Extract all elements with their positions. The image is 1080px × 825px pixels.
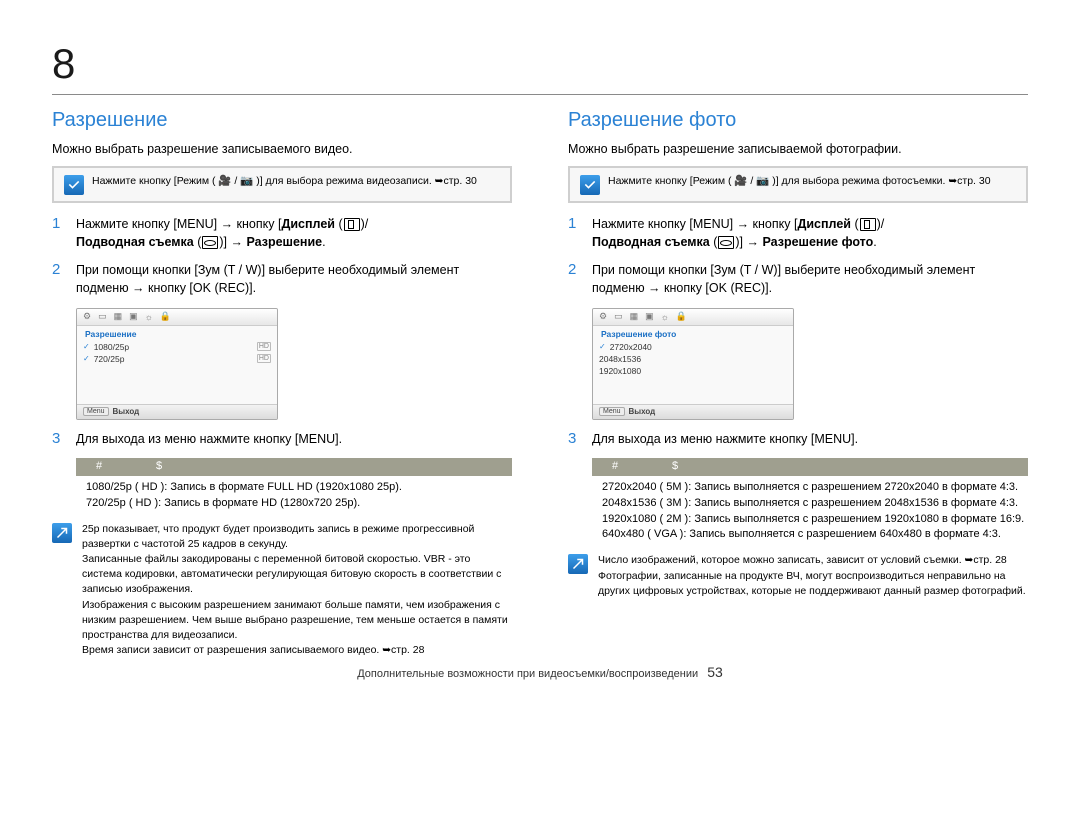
step-number: 2 — [568, 261, 582, 297]
mode-note-box-left: Нажмите кнопку [Режим ( 🎥 / 📷 )] для выб… — [52, 166, 512, 203]
mode-note-text-left: Нажмите кнопку [Режим ( 🎥 / 📷 )] для выб… — [92, 174, 477, 188]
section-title-left: Разрешение — [52, 109, 512, 132]
footer-text: Дополнительные возможности при видеосъем… — [357, 668, 698, 680]
table-row: 640x480 ( VGA ): Запись выполняется с ра… — [602, 527, 1038, 543]
camera-menu-footer: MenuВыход — [593, 404, 793, 419]
step1-text-a: Нажмите кнопку [MENU] → кнопку [ — [592, 217, 797, 231]
underwater-icon — [202, 236, 218, 249]
camera-menu-screenshot-left: ⚙▭▦▣☼🔒 Разрешение ✓1080/25pHD ✓720/25pHD… — [76, 308, 278, 420]
bottom-note-right: Число изображений, которое можно записат… — [568, 553, 1028, 599]
table-row: 720/25p ( HD ): Запись в формате HD (128… — [86, 496, 522, 512]
step1-bold-underwater: Подводная съемка — [76, 235, 194, 249]
check-icon — [580, 175, 600, 195]
table-header-left: # $ — [76, 458, 512, 476]
camera-menu-item: ✓2720x2040 — [599, 341, 787, 353]
table-col-hash: # — [96, 460, 102, 472]
camera-tab-bar: ⚙▭▦▣☼🔒 — [77, 309, 277, 326]
camera-menu-screenshot-right: ⚙▭▦▣☼🔒 Разрешение фото ✓2720x2040 2048x1… — [592, 308, 794, 420]
camera-menu-item: 2048x1536 — [599, 353, 787, 365]
table-rows-right: 2720x2040 ( 5M ): Запись выполняется с р… — [592, 476, 1038, 544]
underwater-icon — [718, 236, 734, 249]
camera-menu-item: ✓720/25pHD — [83, 353, 271, 365]
bottom-note-left: 25p показывает, что продукт будет произв… — [52, 522, 512, 659]
camera-menu-title: Разрешение фото — [593, 326, 793, 341]
step1-text-a: Нажмите кнопку [MENU] → кнопку [ — [76, 217, 281, 231]
table-col-hash: # — [612, 460, 618, 472]
table-row: 1920x1080 ( 2M ): Запись выполняется с р… — [602, 512, 1038, 528]
check-icon — [64, 175, 84, 195]
bottom-note-text-left: 25p показывает, что продукт будет произв… — [82, 522, 512, 659]
table-col-dollar: $ — [672, 460, 678, 472]
table-col-dollar: $ — [156, 460, 162, 472]
table-row: 1080/25p ( HD ): Запись в формате FULL H… — [86, 480, 522, 496]
chapter-number: 8 — [52, 40, 1028, 88]
camera-menu-title: Разрешение — [77, 326, 277, 341]
display-icon — [344, 218, 360, 231]
intro-right: Можно выбрать разрешение записываемой фо… — [568, 142, 1028, 156]
intro-left: Можно выбрать разрешение записываемого в… — [52, 142, 512, 156]
display-icon — [860, 218, 876, 231]
step-number: 1 — [52, 215, 66, 251]
camera-menu-footer: MenuВыход — [77, 404, 277, 419]
info-icon — [568, 554, 588, 574]
step2-text-left: При помощи кнопки [Зум (T / W)] выберите… — [76, 261, 512, 297]
step-1-left: 1 Нажмите кнопку [MENU] → кнопку [Диспле… — [52, 215, 512, 251]
step1-bold-resolution: Разрешение — [246, 235, 322, 249]
step-2-left: 2 При помощи кнопки [Зум (T / W)] выбери… — [52, 261, 512, 297]
step-1-right: 1 Нажмите кнопку [MENU] → кнопку [Диспле… — [568, 215, 1028, 251]
step-number: 1 — [568, 215, 582, 251]
info-icon — [52, 523, 72, 543]
step1-bold-display: Дисплей — [281, 217, 335, 231]
step-number: 3 — [568, 430, 582, 448]
step1-bold-underwater: Подводная съемка — [592, 235, 710, 249]
column-video-resolution: Разрешение Можно выбрать разрешение запи… — [52, 109, 512, 658]
bottom-note-text-right: Число изображений, которое можно записат… — [598, 553, 1028, 599]
page-footer: Дополнительные возможности при видеосъем… — [52, 664, 1028, 680]
table-header-right: # $ — [592, 458, 1028, 476]
divider — [52, 94, 1028, 95]
step1-bold-display: Дисплей — [797, 217, 851, 231]
section-title-right: Разрешение фото — [568, 109, 1028, 132]
camera-tab-bar: ⚙▭▦▣☼🔒 — [593, 309, 793, 326]
step-3-right: 3 Для выхода из меню нажмите кнопку [MEN… — [568, 430, 1028, 448]
mode-note-text-right: Нажмите кнопку [Режим ( 🎥 / 📷 )] для выб… — [608, 174, 991, 188]
table-row: 2048x1536 ( 3M ): Запись выполняется с р… — [602, 496, 1038, 512]
step1-bold-photo-res: Разрешение фото — [762, 235, 873, 249]
step3-text-right: Для выхода из меню нажмите кнопку [MENU]… — [592, 430, 858, 448]
step-3-left: 3 Для выхода из меню нажмите кнопку [MEN… — [52, 430, 512, 448]
step-number: 2 — [52, 261, 66, 297]
camera-menu-item: 1920x1080 — [599, 365, 787, 377]
mode-note-box-right: Нажмите кнопку [Режим ( 🎥 / 📷 )] для выб… — [568, 166, 1028, 203]
step2-text-right: При помощи кнопки [Зум (T / W)] выберите… — [592, 261, 1028, 297]
table-row: 2720x2040 ( 5M ): Запись выполняется с р… — [602, 480, 1038, 496]
column-photo-resolution: Разрешение фото Можно выбрать разрешение… — [568, 109, 1028, 658]
step-number: 3 — [52, 430, 66, 448]
page-number: 53 — [707, 664, 723, 680]
step-2-right: 2 При помощи кнопки [Зум (T / W)] выбери… — [568, 261, 1028, 297]
table-rows-left: 1080/25p ( HD ): Запись в формате FULL H… — [76, 476, 522, 512]
step3-text-left: Для выхода из меню нажмите кнопку [MENU]… — [76, 430, 342, 448]
camera-menu-item: ✓1080/25pHD — [83, 341, 271, 353]
